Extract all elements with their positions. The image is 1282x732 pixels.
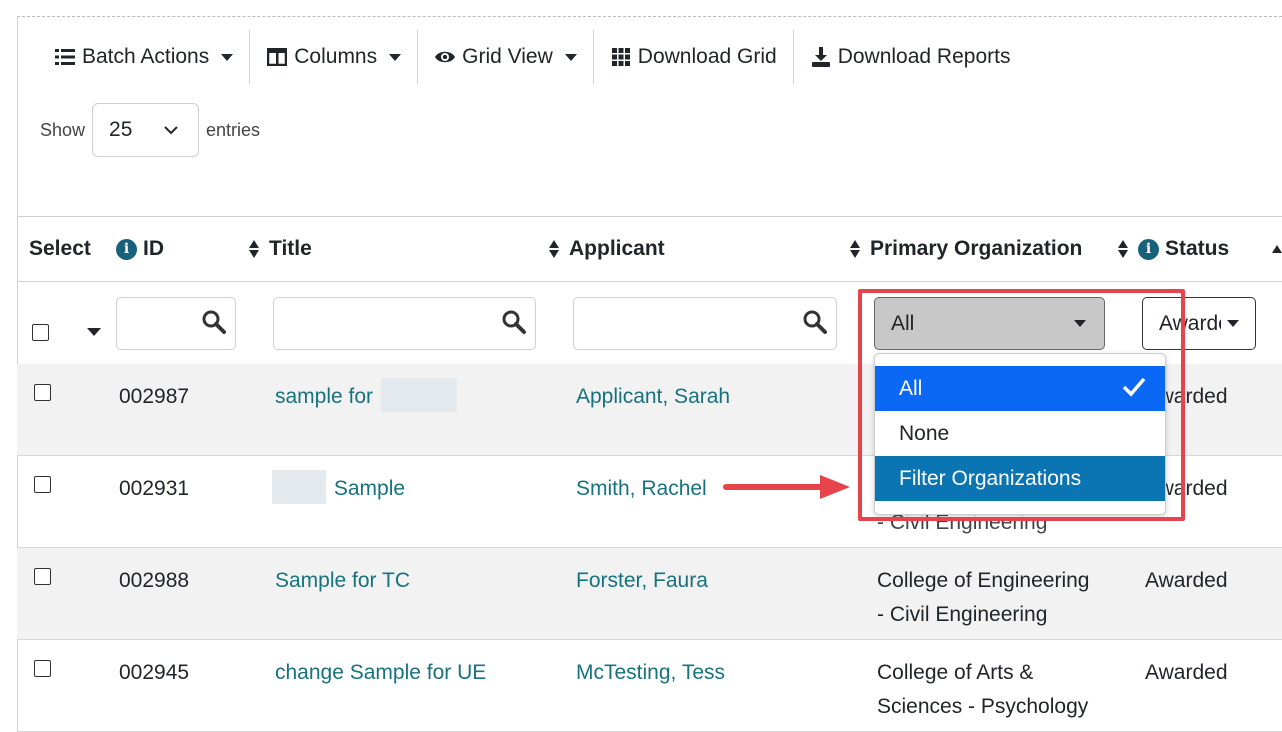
page-length-control: Show 25 entries	[40, 103, 260, 157]
search-icon	[502, 310, 526, 334]
organization-filter-menu: All None Filter Organizations	[874, 353, 1166, 515]
annotation-arrow-icon	[723, 475, 850, 499]
columns-icon	[266, 46, 288, 68]
row-checkbox[interactable]	[34, 476, 51, 493]
column-header-applicant[interactable]: Applicant	[549, 216, 665, 282]
download-grid-button[interactable]: Download Grid	[594, 30, 794, 84]
filter-row: All Awarded	[17, 282, 1282, 364]
row-organization-line1: College of Engineering	[877, 569, 1090, 592]
list-icon	[54, 46, 76, 68]
sort-icon	[549, 240, 559, 258]
row-applicant-link[interactable]: Forster, Faura	[576, 564, 708, 598]
download-reports-label: Download Reports	[837, 45, 1011, 68]
chevron-down-icon	[164, 125, 178, 134]
column-header-title-label: Title	[269, 237, 312, 260]
row-id: 002988	[119, 569, 190, 592]
download-grid-label: Download Grid	[637, 45, 777, 68]
row-status: Awarded	[1145, 569, 1228, 592]
column-header-id[interactable]: i ID	[116, 216, 164, 282]
column-header-select-label: Select	[29, 237, 91, 260]
entries-label: entries	[206, 119, 261, 140]
sort-asc-icon	[1272, 216, 1282, 282]
row-organization-line2: Sciences - Psychology	[877, 695, 1089, 718]
row-checkbox[interactable]	[34, 660, 51, 677]
download-icon	[810, 46, 832, 68]
grid-view-label: Grid View	[462, 45, 553, 68]
row-applicant-link[interactable]: Smith, Rachel	[576, 472, 707, 506]
row-status: Awarded	[1145, 661, 1228, 684]
batch-actions-label: Batch Actions	[82, 45, 210, 68]
title-search-input[interactable]	[273, 297, 536, 350]
organization-filter-select[interactable]: All	[874, 297, 1105, 350]
row-title-link[interactable]: change Sample for UE	[275, 656, 486, 690]
column-header-title[interactable]: Title	[249, 216, 312, 282]
batch-actions-button[interactable]: Batch Actions	[38, 30, 251, 84]
column-header-applicant-label: Applicant	[569, 237, 665, 260]
row-applicant-link[interactable]: McTesting, Tess	[576, 656, 725, 690]
info-icon[interactable]: i	[1138, 238, 1159, 260]
column-header-primary-organization-label: Primary Organization	[870, 237, 1083, 260]
columns-button[interactable]: Columns	[250, 30, 419, 84]
menu-item-none[interactable]: None	[875, 411, 1165, 456]
redacted-text	[380, 378, 457, 413]
column-header-id-label: ID	[143, 237, 164, 260]
grid-icon	[610, 46, 632, 68]
info-icon[interactable]: i	[116, 238, 137, 260]
row-applicant-link[interactable]: Applicant, Sarah	[576, 380, 730, 414]
chevron-down-icon	[221, 53, 234, 61]
sort-icon	[249, 240, 259, 258]
redacted-text	[272, 470, 326, 505]
search-icon	[803, 310, 827, 334]
menu-item-all-label: All	[899, 376, 923, 400]
status-filter-value: Awarded	[1159, 311, 1221, 335]
status-filter-select[interactable]: Awarded	[1142, 297, 1256, 350]
row-organization-line1: College of Arts &	[877, 661, 1034, 684]
organization-filter-value: All	[891, 311, 915, 335]
applicant-search-input[interactable]	[573, 297, 837, 350]
row-organization-line2: - Civil Engineering	[877, 603, 1048, 626]
row-checkbox[interactable]	[34, 568, 51, 585]
show-label: Show	[40, 119, 86, 140]
select-options-caret[interactable]	[87, 328, 101, 336]
menu-item-none-label: None	[899, 421, 950, 445]
select-all-checkbox[interactable]	[32, 324, 49, 341]
menu-item-all[interactable]: All	[875, 366, 1165, 411]
search-icon	[202, 310, 226, 334]
columns-label: Columns	[294, 45, 378, 68]
column-header-select: Select	[29, 216, 91, 282]
chevron-down-icon	[564, 53, 577, 61]
grid-toolbar: Batch Actions Columns Grid View Download…	[38, 30, 1026, 84]
page-length-value: 25	[109, 118, 133, 141]
grid-view-button[interactable]: Grid View	[418, 30, 594, 84]
row-id: 002945	[119, 661, 190, 684]
eye-icon	[434, 46, 456, 68]
column-header-status-label: Status	[1165, 237, 1230, 260]
table-header: Select i ID Title Applicant Primary Orga…	[17, 216, 1282, 282]
row-title-link[interactable]: Sample for TC	[275, 564, 410, 598]
column-header-primary-organization[interactable]: Primary Organization	[850, 216, 1082, 282]
menu-item-filter-organizations[interactable]: Filter Organizations	[875, 456, 1165, 501]
column-header-status[interactable]: i Status	[1118, 216, 1229, 282]
row-id: 002987	[119, 385, 190, 408]
sort-icon	[1118, 240, 1128, 258]
menu-item-filter-organizations-label: Filter Organizations	[899, 466, 1082, 490]
row-title-text: sample for	[275, 385, 374, 408]
chevron-down-icon	[389, 53, 402, 61]
row-title-link[interactable]: sample for	[275, 378, 457, 414]
sort-icon	[850, 240, 860, 258]
table-row: 002988 Sample for TC Forster, Faura Coll…	[17, 548, 1282, 640]
download-reports-button[interactable]: Download Reports	[794, 30, 1027, 84]
table-row: 002945 change Sample for UE McTesting, T…	[17, 640, 1282, 732]
checkmark-icon	[1122, 377, 1146, 397]
page-length-select[interactable]: 25	[92, 103, 200, 157]
row-checkbox[interactable]	[34, 384, 51, 401]
row-id: 002931	[119, 477, 190, 500]
row-title-text: Sample	[333, 477, 406, 500]
chevron-down-icon	[1074, 320, 1086, 327]
chevron-down-icon	[1227, 320, 1239, 327]
top-divider	[17, 16, 1282, 17]
id-search-input[interactable]	[116, 297, 236, 350]
row-title-link[interactable]: Sample	[272, 470, 406, 506]
